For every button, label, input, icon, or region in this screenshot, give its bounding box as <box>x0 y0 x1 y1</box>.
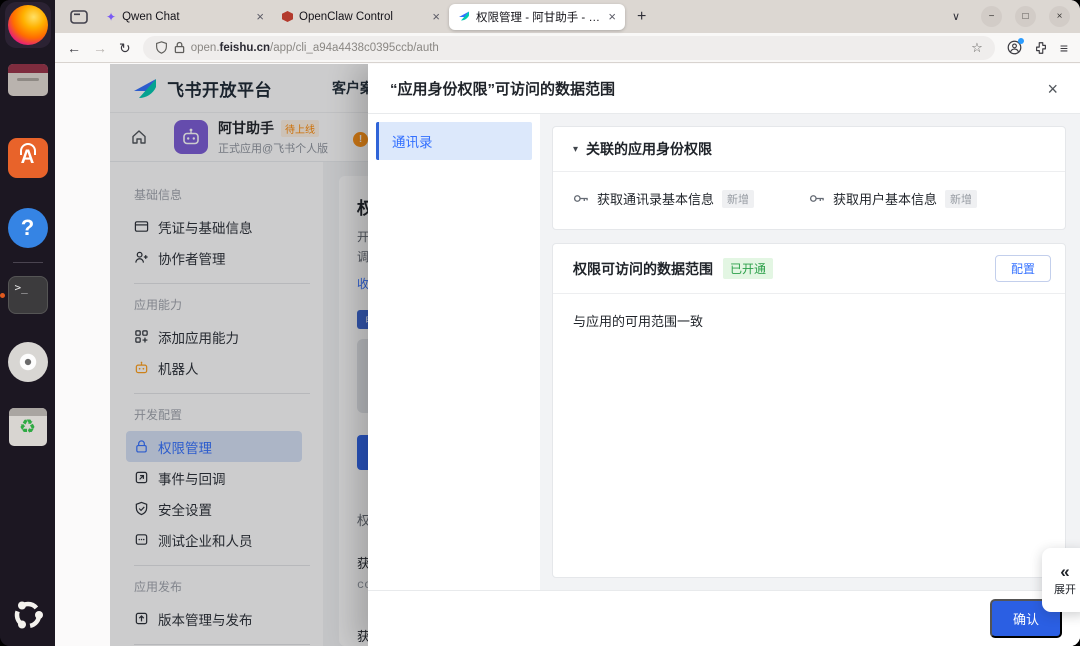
new-badge: 新增 <box>945 189 978 208</box>
feishu-favicon <box>458 10 470 24</box>
running-indicator <box>0 293 5 298</box>
permission-item: 获取用户基本信息 新增 <box>809 189 1045 208</box>
back-button[interactable]: ← <box>67 41 81 55</box>
modal-nav-item-contacts[interactable]: 通讯录 <box>376 122 532 160</box>
expand-label: 展开 <box>1054 584 1076 596</box>
data-scope-header: 权限可访问的数据范围 已开通 配置 <box>553 244 1065 294</box>
browser-window: ✦ Qwen Chat × OpenClaw Control × 权限管理 - … <box>55 0 1080 646</box>
firefox-icon[interactable] <box>4 2 51 48</box>
close-icon[interactable]: × <box>1047 80 1058 98</box>
openclaw-icon <box>282 11 293 22</box>
dock-divider <box>12 262 43 263</box>
url-bar[interactable]: open.feishu.cn/app/cli_a94a4438c0395ccb/… <box>142 35 995 60</box>
modal-header: “应用身份权限”可访问的数据范围 × <box>368 64 1080 114</box>
files-icon[interactable] <box>7 64 48 96</box>
status-badge-enabled: 已开通 <box>723 258 774 279</box>
data-scope-card: 权限可访问的数据范围 已开通 配置 与应用的可用范围一致 <box>552 243 1066 578</box>
permission-items-row: 获取通讯录基本信息 新增 获取用户基本信息 新增 <box>553 172 1065 229</box>
lock-icon[interactable] <box>174 41 185 54</box>
new-badge: 新增 <box>722 189 755 208</box>
minimize-button[interactable]: − <box>981 6 1002 27</box>
tab-bar: ✦ Qwen Chat × OpenClaw Control × 权限管理 - … <box>55 0 1080 33</box>
tab-qwen-chat[interactable]: ✦ Qwen Chat × <box>97 4 273 30</box>
key-icon <box>809 195 824 202</box>
tab-permission-management[interactable]: 权限管理 - 阿甘助手 - 开发 × <box>449 3 625 30</box>
reload-button[interactable]: ↻ <box>119 41 131 55</box>
url-text: open.feishu.cn/app/cli_a94a4438c0395ccb/… <box>191 42 439 54</box>
caret-down-icon: ▾ <box>573 143 579 155</box>
permission-label: 获取用户基本信息 <box>833 192 938 207</box>
tab-title: Qwen Chat <box>122 10 180 23</box>
terminal-icon[interactable]: >_ <box>0 276 48 314</box>
tab-close-icon[interactable]: × <box>256 10 264 23</box>
page-content: 飞书开放平台 客户案例 应用中心 阿甘助手 待上线 <box>110 64 1080 646</box>
list-tabs-icon[interactable]: ∨ <box>952 10 960 23</box>
modal-footer: 确认 <box>368 590 1080 646</box>
menu-icon[interactable]: ≡ <box>1060 41 1068 55</box>
modal-body: 通讯录 ▾ 关联的应用身份权限 获取通讯录基本信息 新增 获取用户基本信息 新增… <box>368 114 1080 590</box>
permission-item: 获取通讯录基本信息 新增 <box>573 189 809 208</box>
close-window-button[interactable]: × <box>1049 6 1070 27</box>
permission-label: 获取通讯录基本信息 <box>597 192 715 207</box>
trash-icon[interactable]: ♻ <box>8 408 47 446</box>
window-controls: ∨ − □ × <box>952 6 1070 27</box>
qwen-icon: ✦ <box>106 9 117 24</box>
tab-close-icon[interactable]: × <box>432 10 440 23</box>
double-chevron-left-icon: « <box>1060 562 1070 581</box>
tab-close-icon[interactable]: × <box>608 10 616 23</box>
modal-title: “应用身份权限”可访问的数据范围 <box>390 81 616 98</box>
url-prefix: open. <box>190 41 220 54</box>
data-scope-modal: “应用身份权限”可访问的数据范围 × 通讯录 ▾ 关联的应用身份权限 获取通讯录… <box>368 64 1080 646</box>
expand-panel-button[interactable]: « 展开 <box>1042 548 1080 612</box>
account-icon[interactable] <box>1007 38 1024 55</box>
forward-button[interactable]: → <box>93 41 107 55</box>
disc-icon[interactable] <box>7 342 48 382</box>
configure-button[interactable]: 配置 <box>994 255 1051 282</box>
tab-title: OpenClaw Control <box>299 10 393 23</box>
related-permissions-header[interactable]: ▾ 关联的应用身份权限 <box>553 127 1065 172</box>
screen: A ? >_ ♻ ✦ Qwen Chat × OpenClaw Control … <box>0 0 1080 646</box>
ubuntu-logo-icon[interactable] <box>10 597 46 638</box>
modal-content: ▾ 关联的应用身份权限 获取通讯录基本信息 新增 获取用户基本信息 新增 权限可… <box>540 114 1080 590</box>
modal-nav: 通讯录 <box>368 114 540 590</box>
tracking-shield-icon[interactable] <box>155 41 168 54</box>
tab-title: 权限管理 - 阿甘助手 - 开发 <box>476 11 603 24</box>
browser-toolbar: ← → ↻ open.feishu.cn/app/cli_a94a4438c03… <box>55 33 1080 63</box>
related-permissions-card: ▾ 关联的应用身份权限 获取通讯录基本信息 新增 获取用户基本信息 新增 <box>552 126 1066 230</box>
url-path: /app/cli_a94a4438c0395ccb/auth <box>270 41 439 54</box>
extensions-icon[interactable] <box>1034 41 1048 55</box>
firefox-view-icon[interactable] <box>70 9 88 24</box>
data-scope-title: 权限可访问的数据范围 <box>573 260 713 277</box>
bookmark-star-icon[interactable]: ☆ <box>971 40 983 56</box>
data-scope-content: 与应用的可用范围一致 <box>573 314 704 329</box>
ubuntu-dock: A ? >_ ♻ <box>0 0 55 646</box>
new-tab-button[interactable]: + <box>637 8 646 26</box>
key-icon <box>573 195 588 202</box>
account-notification-dot <box>1017 38 1024 44</box>
ubuntu-software-icon[interactable]: A <box>7 138 48 178</box>
related-permissions-title: 关联的应用身份权限 <box>586 141 713 157</box>
maximize-button[interactable]: □ <box>1015 6 1036 27</box>
help-icon[interactable]: ? <box>7 208 48 248</box>
url-domain: feishu.cn <box>219 41 270 54</box>
tab-openclaw-control[interactable]: OpenClaw Control × <box>273 4 449 30</box>
